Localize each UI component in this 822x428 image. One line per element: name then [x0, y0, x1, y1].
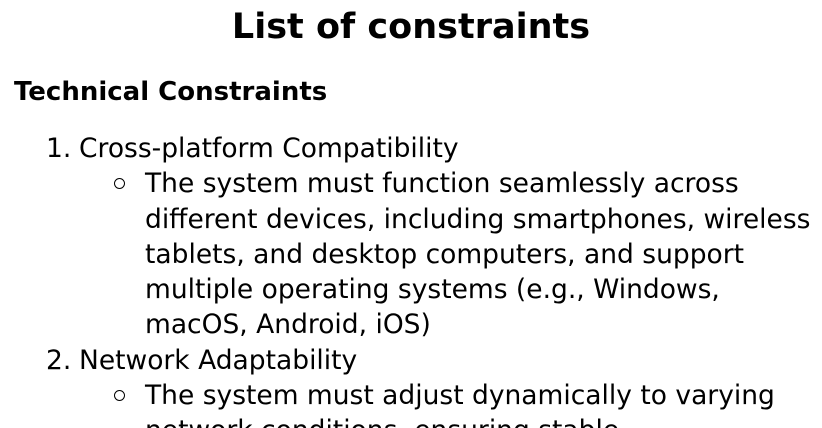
sub-list-item-text: The system must function seamlessly acro…	[145, 168, 811, 341]
hollow-bullet-icon	[114, 390, 125, 402]
list-item-number: 1.	[46, 133, 72, 164]
section-heading: Technical Constraints	[14, 77, 328, 107]
page-title: List of constraints	[231, 7, 591, 47]
sub-list-item: The system must adjust dynamically to va…	[0, 378, 820, 428]
list-item: 1. Cross-platform Compatibility The syst…	[0, 131, 820, 343]
hollow-bullet-icon	[114, 178, 125, 190]
sub-list: The system must function seamlessly acro…	[0, 166, 820, 342]
list-item-number: 2.	[46, 344, 72, 376]
document-page: List of constraints Technical Constraint…	[0, 0, 822, 428]
constraints-list: 1. Cross-platform Compatibility The syst…	[0, 131, 820, 428]
sub-list-item-text: The system must adjust dynamically to va…	[145, 380, 775, 428]
list-item-label: Cross-platform Compatibility	[79, 133, 459, 164]
list-item-label: Network Adaptability	[79, 344, 358, 376]
sub-list: The system must adjust dynamically to va…	[0, 378, 820, 428]
list-item: 2. Network Adaptability The system must …	[0, 343, 820, 428]
sub-list-item: The system must function seamlessly acro…	[0, 166, 820, 342]
